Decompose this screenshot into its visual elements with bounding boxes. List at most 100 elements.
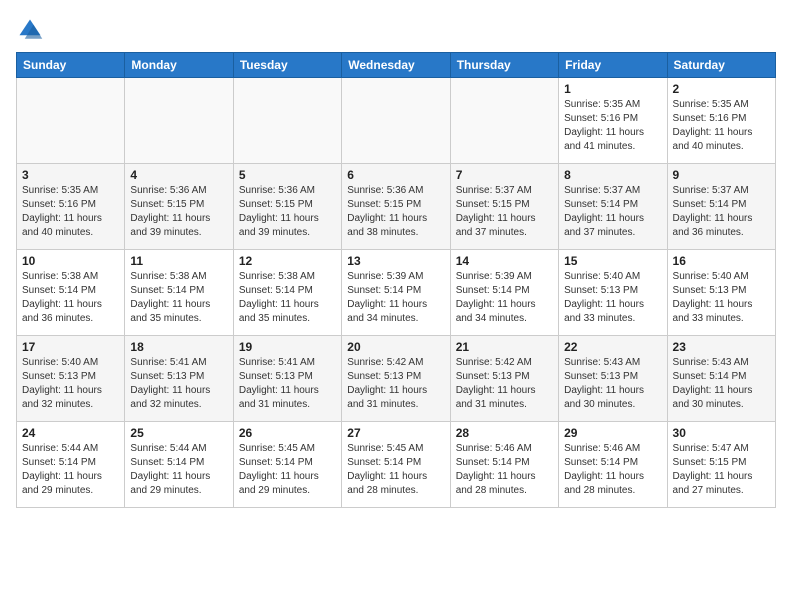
day-number: 18 (130, 340, 227, 354)
calendar-cell: 9Sunrise: 5:37 AM Sunset: 5:14 PM Daylig… (667, 164, 775, 250)
calendar-cell: 10 Sunrise: 5:38 AM Sunset: 5:14 PM Dayli… (17, 250, 125, 336)
day-info: Sunrise: 5:46 AM Sunset: 5:14 PM Dayligh… (564, 442, 661, 498)
calendar-cell: 22Sunrise: 5:43 AM Sunset: 5:13 PM Dayli… (559, 336, 667, 422)
day-info: Sunrise: 5:35 AM Sunset: 5:16 PM Dayligh… (22, 184, 119, 240)
calendar-cell: 16 Sunrise: 5:40 AM Sunset: 5:13 PM Dayli… (667, 250, 775, 336)
day-info: Sunrise: 5:41 AM Sunset: 5:13 PM Dayligh… (130, 356, 227, 412)
day-number: 10 (22, 254, 119, 268)
day-info: Sunrise: 5:38 AM Sunset: 5:14 PM Dayligh… (130, 270, 227, 326)
calendar-body: 1 Sunrise: 5:35 AM Sunset: 5:16 PM Daylig… (17, 78, 776, 508)
calendar-cell (342, 78, 450, 164)
calendar-cell: 23 Sunrise: 5:43 AM Sunset: 5:14 PM Dayli… (667, 336, 775, 422)
logo-icon (16, 16, 44, 44)
day-info: Sunrise: 5:45 AM Sunset: 5:14 PM Dayligh… (239, 442, 336, 498)
calendar-cell: 21 Sunrise: 5:42 AM Sunset: 5:13 PM Dayli… (450, 336, 558, 422)
calendar-cell: 20 Sunrise: 5:42 AM Sunset: 5:13 PM Dayli… (342, 336, 450, 422)
day-number: 30 (673, 426, 770, 440)
day-info: Sunrise: 5:40 AM Sunset: 5:13 PM Dayligh… (22, 356, 119, 412)
day-number: 25 (130, 426, 227, 440)
day-info: Sunrise: 5:37 AM Sunset: 5:15 PM Dayligh… (456, 184, 553, 240)
day-number: 2 (673, 82, 770, 96)
day-info: Sunrise: 5:36 AM Sunset: 5:15 PM Dayligh… (130, 184, 227, 240)
day-info: Sunrise: 5:38 AM Sunset: 5:14 PM Dayligh… (22, 270, 119, 326)
day-number: 14 (456, 254, 553, 268)
calendar-cell: 5 Sunrise: 5:36 AM Sunset: 5:15 PM Daylig… (233, 164, 341, 250)
calendar-cell: 13 Sunrise: 5:39 AM Sunset: 5:14 PM Dayli… (342, 250, 450, 336)
day-info: Sunrise: 5:37 AM Sunset: 5:14 PM Dayligh… (564, 184, 661, 240)
day-number: 11 (130, 254, 227, 268)
day-of-week-header: Wednesday (342, 53, 450, 78)
calendar-week-row: 10 Sunrise: 5:38 AM Sunset: 5:14 PM Dayli… (17, 250, 776, 336)
day-number: 5 (239, 168, 336, 182)
day-number: 29 (564, 426, 661, 440)
day-info: Sunrise: 5:39 AM Sunset: 5:14 PM Dayligh… (347, 270, 444, 326)
day-number: 7 (456, 168, 553, 182)
calendar-cell: 4 Sunrise: 5:36 AM Sunset: 5:15 PM Daylig… (125, 164, 233, 250)
day-number: 12 (239, 254, 336, 268)
calendar-cell: 29 Sunrise: 5:46 AM Sunset: 5:14 PM Dayli… (559, 422, 667, 508)
calendar-week-row: 24 Sunrise: 5:44 AM Sunset: 5:14 PM Dayli… (17, 422, 776, 508)
day-number: 6 (347, 168, 444, 182)
day-number: 22 (564, 340, 661, 354)
day-info: Sunrise: 5:39 AM Sunset: 5:14 PM Dayligh… (456, 270, 553, 326)
day-number: 20 (347, 340, 444, 354)
day-number: 24 (22, 426, 119, 440)
calendar-cell: 26 Sunrise: 5:45 AM Sunset: 5:14 PM Dayli… (233, 422, 341, 508)
day-info: Sunrise: 5:38 AM Sunset: 5:14 PM Dayligh… (239, 270, 336, 326)
day-info: Sunrise: 5:44 AM Sunset: 5:14 PM Dayligh… (22, 442, 119, 498)
day-info: Sunrise: 5:42 AM Sunset: 5:13 PM Dayligh… (347, 356, 444, 412)
day-of-week-header: Sunday (17, 53, 125, 78)
day-info: Sunrise: 5:47 AM Sunset: 5:15 PM Dayligh… (673, 442, 770, 498)
day-info: Sunrise: 5:36 AM Sunset: 5:15 PM Dayligh… (347, 184, 444, 240)
day-number: 15 (564, 254, 661, 268)
day-info: Sunrise: 5:43 AM Sunset: 5:14 PM Dayligh… (673, 356, 770, 412)
calendar-header: SundayMondayTuesdayWednesdayThursdayFrid… (17, 53, 776, 78)
day-number: 23 (673, 340, 770, 354)
day-number: 3 (22, 168, 119, 182)
day-info: Sunrise: 5:40 AM Sunset: 5:13 PM Dayligh… (564, 270, 661, 326)
page-header (16, 16, 776, 44)
day-number: 27 (347, 426, 444, 440)
calendar-week-row: 17 Sunrise: 5:40 AM Sunset: 5:13 PM Dayli… (17, 336, 776, 422)
day-of-week-header: Tuesday (233, 53, 341, 78)
calendar-cell: 25Sunrise: 5:44 AM Sunset: 5:14 PM Dayli… (125, 422, 233, 508)
calendar-cell: 7 Sunrise: 5:37 AM Sunset: 5:15 PM Daylig… (450, 164, 558, 250)
day-info: Sunrise: 5:46 AM Sunset: 5:14 PM Dayligh… (456, 442, 553, 498)
day-number: 16 (673, 254, 770, 268)
calendar-cell: 19Sunrise: 5:41 AM Sunset: 5:13 PM Dayli… (233, 336, 341, 422)
day-number: 17 (22, 340, 119, 354)
calendar-cell: 27Sunrise: 5:45 AM Sunset: 5:14 PM Dayli… (342, 422, 450, 508)
day-number: 21 (456, 340, 553, 354)
logo (16, 16, 48, 44)
day-info: Sunrise: 5:40 AM Sunset: 5:13 PM Dayligh… (673, 270, 770, 326)
calendar-cell: 24 Sunrise: 5:44 AM Sunset: 5:14 PM Dayli… (17, 422, 125, 508)
calendar-table: SundayMondayTuesdayWednesdayThursdayFrid… (16, 52, 776, 508)
calendar-cell: 17 Sunrise: 5:40 AM Sunset: 5:13 PM Dayli… (17, 336, 125, 422)
day-number: 28 (456, 426, 553, 440)
calendar-cell: 12 Sunrise: 5:38 AM Sunset: 5:14 PM Dayli… (233, 250, 341, 336)
calendar-cell: 18 Sunrise: 5:41 AM Sunset: 5:13 PM Dayli… (125, 336, 233, 422)
day-of-week-header: Friday (559, 53, 667, 78)
day-info: Sunrise: 5:36 AM Sunset: 5:15 PM Dayligh… (239, 184, 336, 240)
calendar-cell: 1 Sunrise: 5:35 AM Sunset: 5:16 PM Daylig… (559, 78, 667, 164)
day-number: 13 (347, 254, 444, 268)
calendar-cell: 11 Sunrise: 5:38 AM Sunset: 5:14 PM Dayli… (125, 250, 233, 336)
day-info: Sunrise: 5:37 AM Sunset: 5:14 PM Dayligh… (673, 184, 770, 240)
day-info: Sunrise: 5:42 AM Sunset: 5:13 PM Dayligh… (456, 356, 553, 412)
calendar-week-row: 1 Sunrise: 5:35 AM Sunset: 5:16 PM Daylig… (17, 78, 776, 164)
day-info: Sunrise: 5:35 AM Sunset: 5:16 PM Dayligh… (673, 98, 770, 154)
calendar-cell: 8Sunrise: 5:37 AM Sunset: 5:14 PM Daylig… (559, 164, 667, 250)
day-number: 26 (239, 426, 336, 440)
day-number: 19 (239, 340, 336, 354)
calendar-cell: 3 Sunrise: 5:35 AM Sunset: 5:16 PM Daylig… (17, 164, 125, 250)
calendar-cell (17, 78, 125, 164)
calendar-cell: 14 Sunrise: 5:39 AM Sunset: 5:14 PM Dayli… (450, 250, 558, 336)
day-info: Sunrise: 5:35 AM Sunset: 5:16 PM Dayligh… (564, 98, 661, 154)
calendar-cell (450, 78, 558, 164)
day-of-week-header: Saturday (667, 53, 775, 78)
day-of-week-header: Monday (125, 53, 233, 78)
day-number: 1 (564, 82, 661, 96)
day-number: 4 (130, 168, 227, 182)
day-of-week-header: Thursday (450, 53, 558, 78)
calendar-cell (125, 78, 233, 164)
